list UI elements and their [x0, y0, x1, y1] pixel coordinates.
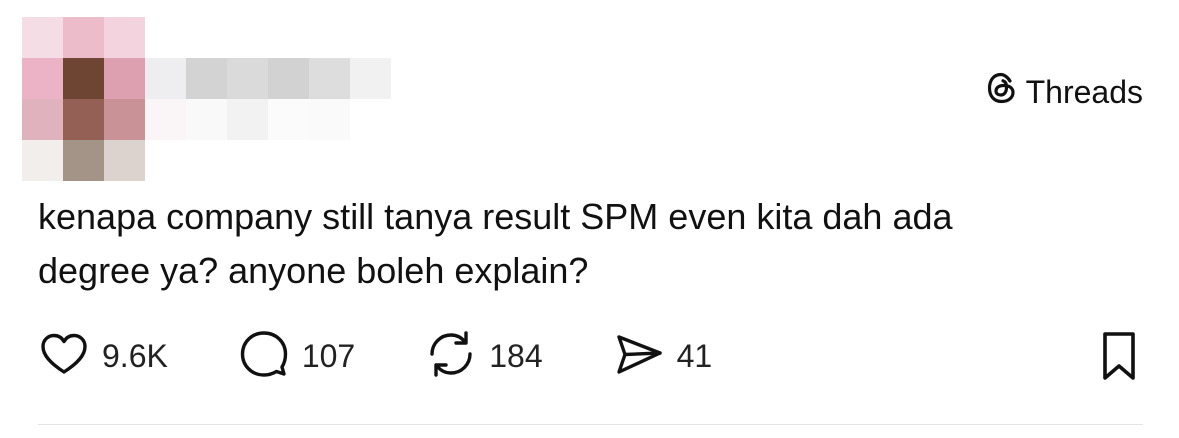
- share-button[interactable]: 41: [613, 328, 713, 385]
- post-actions-bar: 9.6K 107 184 41: [38, 328, 712, 384]
- post-text-line: kenapa company still tanya result SPM ev…: [38, 196, 953, 237]
- threads-brand-label: Threads: [1025, 73, 1143, 110]
- divider: [38, 424, 1143, 425]
- heart-icon: [38, 328, 90, 385]
- threads-brand: Threads: [984, 70, 1143, 114]
- comment-icon: [238, 328, 290, 385]
- bookmark-button[interactable]: [1099, 330, 1139, 382]
- bookmark-icon: [1099, 332, 1139, 386]
- threads-logo-icon: [984, 70, 1020, 114]
- post-text: kenapa company still tanya result SPM ev…: [38, 190, 1138, 298]
- reply-button[interactable]: 107: [238, 328, 355, 385]
- repost-count: 184: [489, 337, 543, 374]
- post-text-line: degree ya? anyone boleh explain?: [38, 250, 589, 291]
- like-count: 9.6K: [102, 337, 168, 374]
- share-count: 41: [676, 337, 713, 374]
- reply-count: 107: [301, 337, 356, 374]
- censored-avatar-and-username: [22, 17, 432, 181]
- like-button[interactable]: 9.6K: [38, 328, 168, 385]
- repost-icon: [425, 328, 477, 385]
- send-icon: [613, 328, 665, 385]
- repost-button[interactable]: 184: [425, 328, 543, 385]
